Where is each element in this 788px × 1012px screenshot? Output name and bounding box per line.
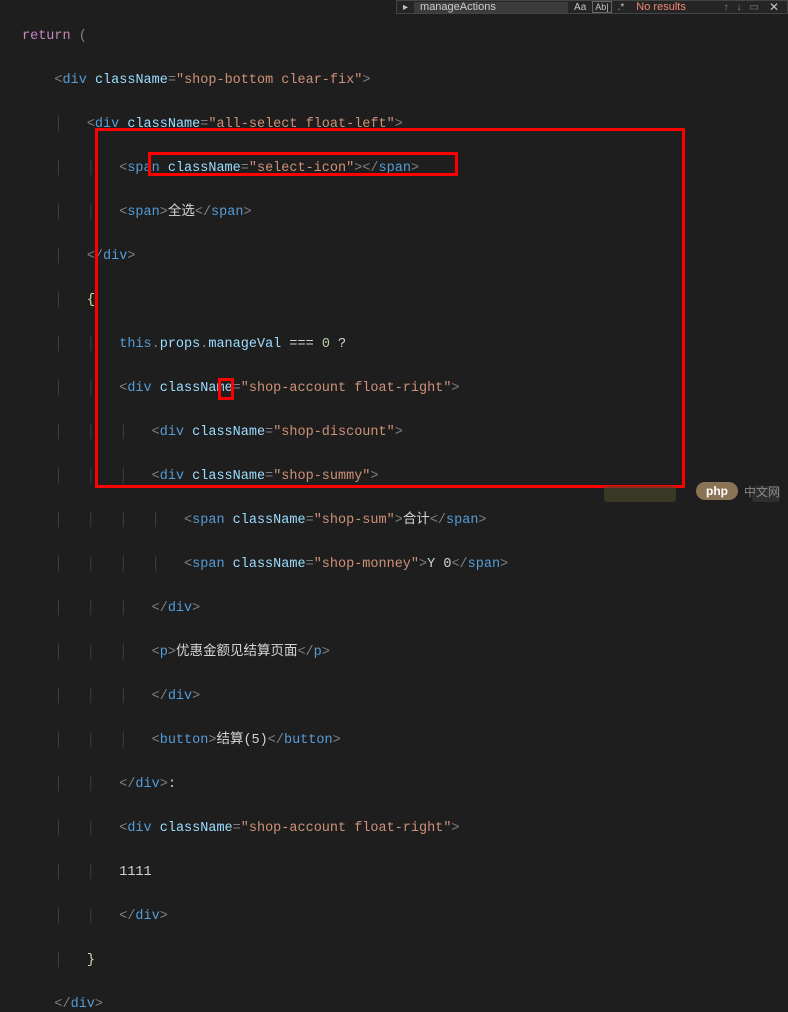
code-line: <div className="shop-bottom clear-fix"> <box>0 70 788 92</box>
code-line: │ │ │ <p>优惠金额见结算页面</p> <box>0 642 788 664</box>
regex-icon[interactable]: .* <box>616 2 627 13</box>
match-case-icon[interactable]: Aa <box>572 2 588 13</box>
find-prev-icon[interactable]: ↑ <box>721 2 730 13</box>
watermark: php 中文网 <box>696 482 780 500</box>
find-input[interactable] <box>414 2 568 13</box>
code-line: │ │ │ </div> <box>0 686 788 708</box>
code-line: │ │ │ <div className="shop-discount"> <box>0 422 788 444</box>
code-line: │ } <box>0 950 788 972</box>
code-line: │ │ │ <div className="shop-summy"> <box>0 466 788 488</box>
find-next-icon[interactable]: ↓ <box>734 2 743 13</box>
code-line: │ │ this.props.manageVal === 0 ? <box>0 334 788 356</box>
code-line: │ │ <span className="select-icon"></span… <box>0 158 788 180</box>
watermark-badge: php <box>696 482 738 500</box>
code-line: │ │ │ <button>结算(5)</button> <box>0 730 788 752</box>
code-line: │ │ │ │ <span className="shop-monney">Y … <box>0 554 788 576</box>
code-line: │ │ 1111 <box>0 862 788 884</box>
watermark-text: 中文网 <box>744 483 780 500</box>
code-line: </div> <box>0 994 788 1012</box>
code-line: │ │ </div> <box>0 906 788 928</box>
code-line: │ │ │ │ <span className="shop-sum">合计</s… <box>0 510 788 532</box>
code-editor[interactable]: return ( <div className="shop-bottom cle… <box>0 0 788 1012</box>
code-line: │ │ </div>: <box>0 774 788 796</box>
code-line: │ │ <div className="shop-account float-r… <box>0 378 788 400</box>
whole-word-icon[interactable]: Ab| <box>592 1 611 13</box>
code-line: │ { <box>0 290 788 312</box>
code-line: │ │ <div className="shop-account float-r… <box>0 818 788 840</box>
overlay-button <box>604 486 676 502</box>
code-line: │ │ │ </div> <box>0 598 788 620</box>
find-results-label: No results <box>630 1 717 13</box>
code-line: │ <div className="all-select float-left"… <box>0 114 788 136</box>
find-expand-icon[interactable]: ▸ <box>401 2 410 13</box>
find-widget[interactable]: ▸ Aa Ab| .* No results ↑ ↓ ▭ ✕ <box>396 0 788 14</box>
code-line: │ </div> <box>0 246 788 268</box>
code-line: return ( <box>0 26 788 48</box>
code-line: │ │ <span>全选</span> <box>0 202 788 224</box>
find-selection-icon[interactable]: ▭ <box>747 2 760 13</box>
close-icon[interactable]: ✕ <box>765 0 783 14</box>
